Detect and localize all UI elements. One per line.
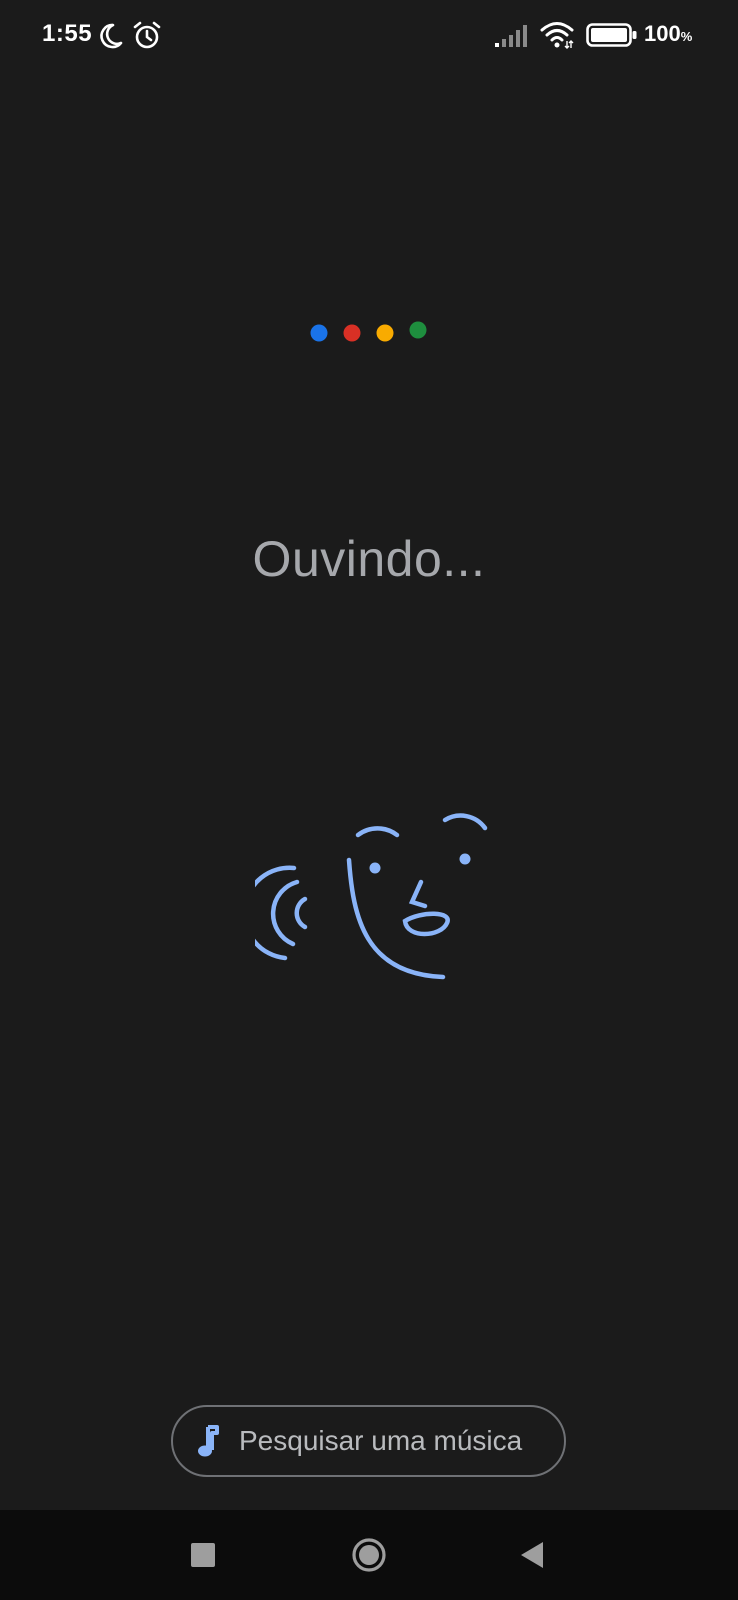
- face-icon: [346, 813, 488, 980]
- listening-text: Ouvindo...: [252, 531, 486, 587]
- signal-icon: [495, 25, 527, 47]
- battery-icon: [586, 23, 637, 47]
- assistant-dot-green: [409, 321, 427, 339]
- alarm-icon: [133, 21, 161, 49]
- home-button[interactable]: [324, 1510, 414, 1600]
- navigation-bar: [0, 1510, 738, 1600]
- status-bar: 1:55 100%: [0, 0, 738, 72]
- search-song-button[interactable]: Pesquisar uma música: [171, 1405, 566, 1477]
- moon-icon: [100, 23, 123, 49]
- square-icon: [191, 1543, 215, 1567]
- assistant-dot-yellow: [376, 324, 394, 342]
- status-time: 1:55: [42, 20, 93, 47]
- assistant-dot-red: [343, 324, 361, 342]
- sound-waves-icon: [255, 865, 308, 961]
- search-song-label: Pesquisar uma música: [239, 1425, 523, 1456]
- assistant-dots: [310, 321, 427, 342]
- back-triangle-icon: [521, 1542, 543, 1568]
- speaking-face-illustration: [255, 813, 488, 980]
- assistant-dot-blue: [310, 324, 328, 342]
- music-note-icon: [198, 1425, 219, 1457]
- back-button[interactable]: [487, 1510, 577, 1600]
- wifi-icon: [540, 22, 574, 49]
- recents-button[interactable]: [158, 1510, 248, 1600]
- circle-icon: [352, 1538, 386, 1572]
- battery-percentage: 100%: [644, 21, 693, 46]
